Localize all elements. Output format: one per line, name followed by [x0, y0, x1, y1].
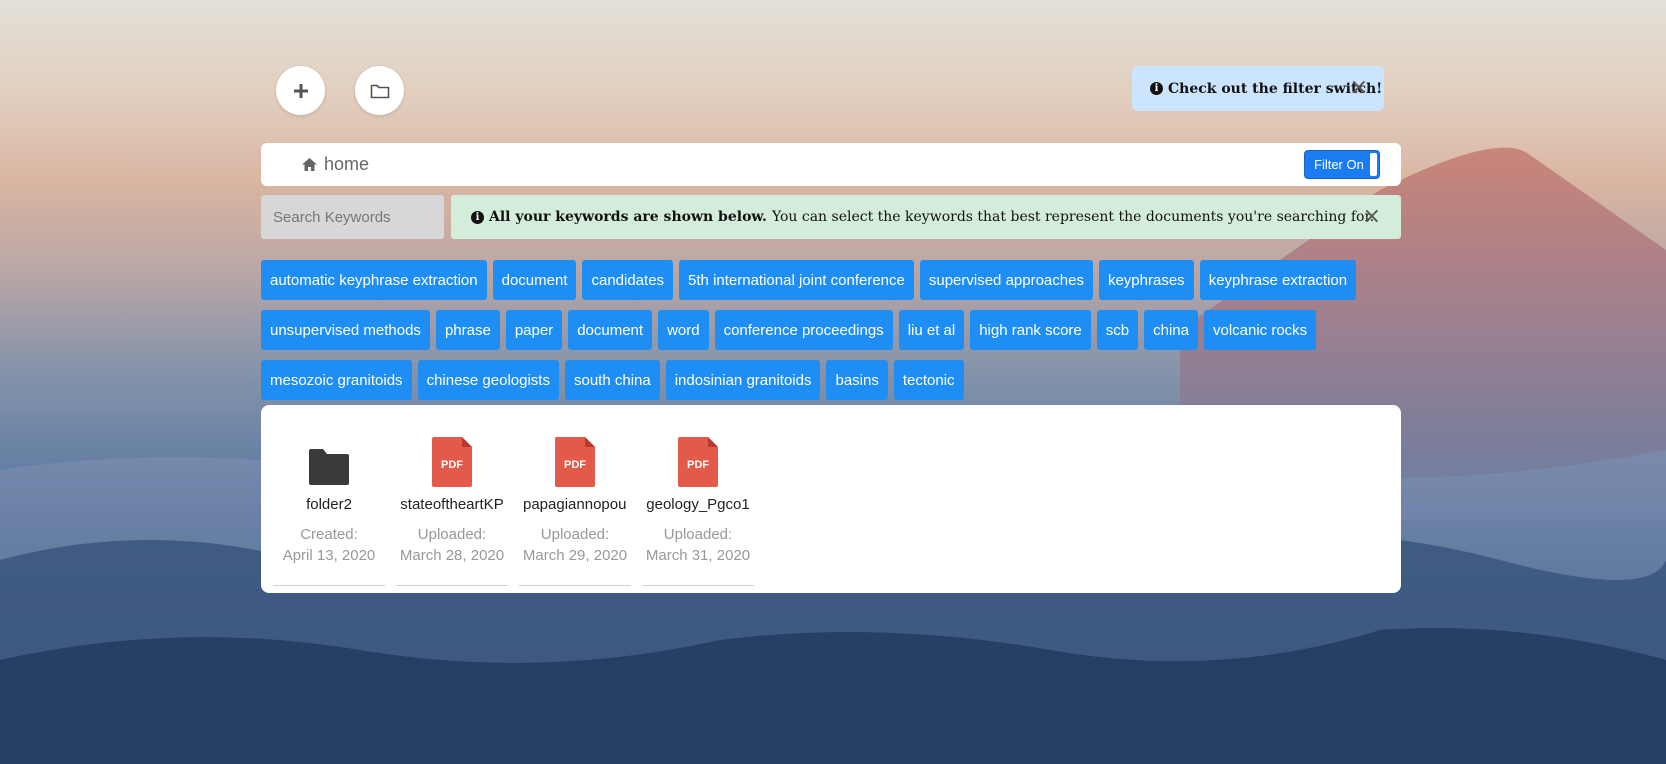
keyword-tag[interactable]: china: [1144, 310, 1198, 350]
keyword-tag[interactable]: high rank score: [970, 310, 1091, 350]
filter-tip-toast: i Check out the filter switch! ×: [1132, 66, 1384, 111]
keyword-tag[interactable]: mesozoic granitoids: [261, 360, 412, 400]
new-folder-button[interactable]: [355, 66, 404, 115]
pdf-file-icon: PDF: [642, 435, 754, 487]
keyword-tag[interactable]: conference proceedings: [714, 310, 893, 350]
pdf-file-icon: PDF: [519, 435, 631, 487]
info-icon: i: [1150, 82, 1163, 95]
alert-bold-text: All your keywords are shown below.: [489, 209, 767, 225]
keywords-info-alert: i All your keywords are shown below. You…: [451, 195, 1401, 239]
pdf-file-icon: PDF: [396, 435, 508, 487]
file-date-label: Created:: [300, 526, 358, 543]
folder-outline-icon: [370, 84, 389, 98]
keyword-tag[interactable]: liu et al: [898, 310, 965, 350]
file-item-pdf[interactable]: PDF geology_Pgco1 Uploaded: March 31, 20…: [642, 435, 754, 586]
keyword-tag[interactable]: scb: [1096, 310, 1139, 350]
breadcrumb-home-link[interactable]: home: [324, 154, 369, 175]
keyword-tag[interactable]: keyphrases: [1098, 260, 1194, 300]
svg-text:PDF: PDF: [441, 459, 463, 471]
file-date-label: Uploaded:: [417, 526, 487, 543]
svg-text:PDF: PDF: [687, 459, 709, 471]
keyword-tag[interactable]: tectonic: [893, 360, 964, 400]
file-name: stateoftheartKP: [400, 496, 504, 513]
breadcrumb: home: [301, 143, 369, 186]
keyword-tag[interactable]: document: [492, 260, 577, 300]
folder-icon: [273, 435, 385, 487]
keyword-tag[interactable]: paper: [505, 310, 563, 350]
file-date: April 13, 2020: [282, 547, 376, 564]
files-panel: folder2 Created: April 13, 2020 PDF stat…: [261, 405, 1401, 593]
switch-knob: [1370, 153, 1377, 176]
svg-text:PDF: PDF: [564, 459, 586, 471]
info-icon: i: [471, 210, 484, 224]
file-date-label: Uploaded:: [663, 526, 733, 543]
file-date-label: Uploaded:: [540, 526, 610, 543]
app-container: i Check out the filter switch! × home Fi…: [0, 0, 1666, 764]
file-item-folder[interactable]: folder2 Created: April 13, 2020: [273, 435, 385, 586]
file-name: folder2: [306, 496, 352, 513]
file-name: papagiannopoulou: [523, 496, 627, 513]
keyword-tag[interactable]: indosinian granitoids: [665, 360, 821, 400]
filter-switch[interactable]: Filter On: [1304, 150, 1380, 179]
file-item-pdf[interactable]: PDF papagiannopoulou Uploaded: March 29,…: [519, 435, 631, 586]
filter-switch-label: Filter On: [1314, 157, 1364, 172]
home-icon[interactable]: [301, 157, 318, 172]
alert-close-button[interactable]: ×: [1363, 206, 1381, 228]
file-name: geology_Pgco1: [646, 496, 750, 513]
keyword-tag[interactable]: south china: [564, 360, 660, 400]
add-button[interactable]: [276, 66, 325, 115]
keyword-tag[interactable]: candidates: [582, 260, 674, 300]
keyword-tag[interactable]: word: [658, 310, 709, 350]
keyword-row: automatic keyphrase extraction document …: [261, 260, 1421, 300]
toast-close-button[interactable]: ×: [1350, 77, 1368, 99]
keyword-list: automatic keyphrase extraction document …: [261, 260, 1421, 410]
keyword-tag[interactable]: automatic keyphrase extraction: [261, 260, 487, 300]
keyword-tag[interactable]: document: [568, 310, 653, 350]
keyword-tag[interactable]: keyphrase extraction: [1199, 260, 1357, 300]
alert-text: You can select the keywords that best re…: [771, 209, 1375, 225]
file-date: March 31, 2020: [645, 547, 751, 564]
keyword-row: unsupervised methods phrase paper docume…: [261, 310, 1421, 350]
keyword-tag[interactable]: basins: [826, 360, 888, 400]
keyword-tag[interactable]: 5th international joint conference: [679, 260, 914, 300]
file-item-pdf[interactable]: PDF stateoftheartKP Uploaded: March 28, …: [396, 435, 508, 586]
breadcrumb-bar: home Filter On: [261, 143, 1401, 186]
search-keywords-input[interactable]: [261, 195, 444, 239]
keyword-tag[interactable]: volcanic rocks: [1203, 310, 1317, 350]
keyword-tag[interactable]: chinese geologists: [417, 360, 559, 400]
keyword-row: mesozoic granitoids chinese geologists s…: [261, 360, 1421, 400]
keyword-tag[interactable]: phrase: [435, 310, 500, 350]
plus-icon: [293, 83, 308, 98]
file-date: March 29, 2020: [522, 547, 628, 564]
keyword-tag[interactable]: unsupervised methods: [261, 310, 430, 350]
keyword-tag[interactable]: supervised approaches: [919, 260, 1093, 300]
file-date: March 28, 2020: [399, 547, 505, 564]
